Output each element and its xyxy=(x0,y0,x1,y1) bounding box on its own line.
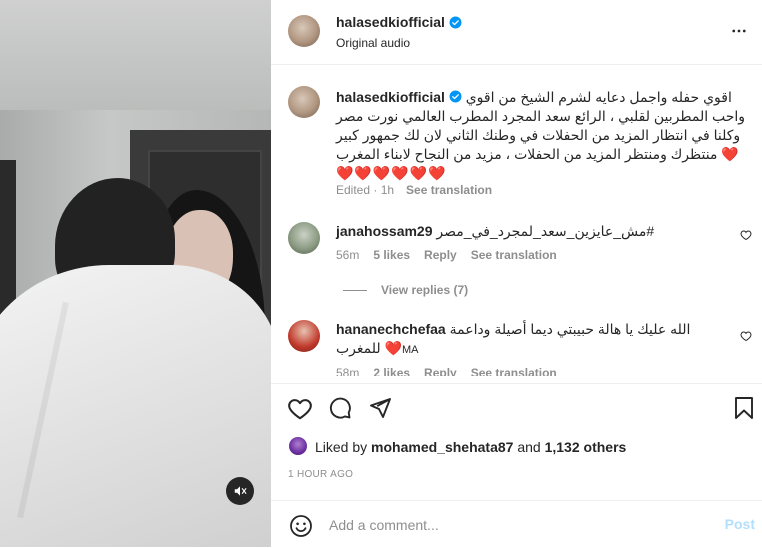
caption-heart-inline: ❤️ xyxy=(721,146,739,162)
liker-avatar[interactable] xyxy=(289,437,307,455)
comment-heart-emoji: ❤️ xyxy=(384,340,402,356)
comment-text-line-2: للمغرب ❤️MA xyxy=(336,340,419,356)
mute-toggle-button[interactable] xyxy=(226,477,254,505)
comment-item: janahossam29 مش_عايزين_سعد_لمجرد_في_مصر# xyxy=(336,222,736,241)
bookmark-icon[interactable] xyxy=(733,396,755,420)
comment-likes-count[interactable]: 5 likes xyxy=(373,248,410,262)
replies-divider-line xyxy=(343,289,367,291)
liked-by-prefix: Liked by xyxy=(315,439,372,455)
post-details-panel: halasedkiofficial Original audio halased… xyxy=(271,0,762,547)
caption-meta: Edited · 1h See translation xyxy=(336,183,492,197)
share-icon[interactable] xyxy=(368,396,392,420)
post-video[interactable] xyxy=(0,0,271,547)
comment-flag-text: MA xyxy=(401,344,419,356)
caption-see-translation[interactable]: See translation xyxy=(406,183,492,197)
caption-hearts: ❤️❤️❤️❤️❤️❤️ xyxy=(336,165,447,181)
author-username[interactable]: halasedkiofficial xyxy=(336,14,445,30)
speaker-muted-icon xyxy=(234,486,247,496)
caption-text-line-3: وكلنا في انتظار المزيد من الحفلات في وطن… xyxy=(336,127,741,143)
post-action-bar xyxy=(271,383,762,432)
comment-avatar[interactable] xyxy=(288,222,320,254)
liked-by-user-link[interactable]: mohamed_shehata87 xyxy=(371,439,513,455)
comment-text-line-1: الله عليك يا هالة حبيبتي ديما أصيلة وداع… xyxy=(449,321,691,337)
video-scene-ceiling xyxy=(0,0,271,120)
caption-text-line-4: منتظرك ومنتظر المزيد من الحفلات ، مزيد م… xyxy=(336,146,718,162)
caption-edited-time: Edited · 1h xyxy=(336,183,395,197)
comment-time: 56m xyxy=(336,248,360,262)
heart-icon[interactable] xyxy=(287,396,313,422)
comment-like-heart-icon[interactable] xyxy=(740,330,752,342)
comment-item: hananechchefaa الله عليك يا هالة حبيبتي … xyxy=(336,320,736,360)
comment-text: مش_عايزين_سعد_لمجرد_في_مصر# xyxy=(436,223,655,239)
comment-icon[interactable] xyxy=(328,396,352,420)
liked-by-others-link[interactable]: 1,132 others xyxy=(545,439,627,455)
post-timestamp[interactable]: 1 HOUR AGO xyxy=(288,469,353,480)
avatar[interactable] xyxy=(288,15,320,47)
comment-like-heart-icon[interactable] xyxy=(740,229,752,241)
caption-line-1: halasedkiofficial اقوي حفله واجمل دعايه … xyxy=(336,88,748,107)
view-replies-label: View replies (7) xyxy=(381,283,469,297)
post-author: halasedkiofficial xyxy=(336,14,462,30)
comment-see-translation[interactable]: See translation xyxy=(471,248,557,262)
comment-avatar[interactable] xyxy=(288,320,320,352)
comment-reply-button[interactable]: Reply xyxy=(424,248,457,262)
liked-by-and: and xyxy=(513,439,545,455)
post-header: halasedkiofficial Original audio xyxy=(271,0,762,65)
caption-line-4: ❤️ منتظرك ومنتظر المزيد من الحفلات ، مزي… xyxy=(336,145,748,164)
more-options-icon[interactable] xyxy=(730,22,748,40)
verified-badge-icon xyxy=(449,16,462,28)
comment-input[interactable] xyxy=(327,512,711,538)
comment-meta: 56m 5 likes Reply See translation xyxy=(336,248,557,262)
post-comment-button[interactable]: Post xyxy=(725,516,755,532)
verified-badge-icon xyxy=(449,90,462,103)
caption-text-line-2: واحب المطربين لقلبي ، الرائع سعد المجرد … xyxy=(336,108,746,124)
liked-by-summary: Liked by mohamed_shehata87 and 1,132 oth… xyxy=(315,439,626,455)
comment-username[interactable]: hananechchefaa xyxy=(336,321,446,337)
caption-text-line-1: اقوي حفله واجمل دعايه لشرم الشيخ من اقوي xyxy=(465,89,732,105)
emoji-icon[interactable] xyxy=(289,514,313,538)
add-comment-bar: Post xyxy=(271,500,762,548)
audio-label[interactable]: Original audio xyxy=(336,36,410,50)
view-replies-button[interactable]: View replies (7) xyxy=(343,283,468,297)
post-caption: halasedkiofficial اقوي حفله واجمل دعايه … xyxy=(336,88,748,183)
caption-avatar[interactable] xyxy=(288,86,320,118)
caption-username[interactable]: halasedkiofficial xyxy=(336,89,445,105)
comment-username[interactable]: janahossam29 xyxy=(336,223,433,239)
